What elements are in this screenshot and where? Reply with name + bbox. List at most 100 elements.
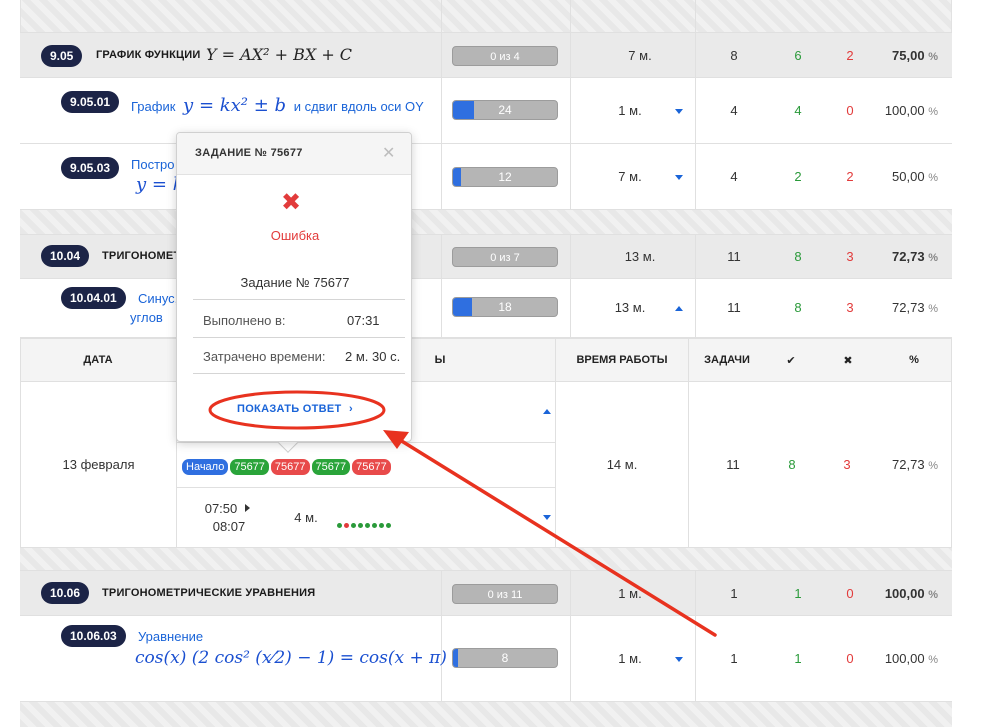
- popup-spent-value: 2 м. 30 с.: [345, 349, 401, 364]
- history-percent: 72,73 %: [868, 457, 938, 472]
- grid-line: [555, 339, 556, 547]
- topic-link[interactable]: Синус,: [138, 291, 178, 306]
- topic-formula[interactable]: y = kx² ± b: [183, 95, 286, 116]
- section-formula: Y = AX² + BX + C: [206, 45, 353, 64]
- progress-text: 0 из 11: [487, 589, 523, 601]
- topic-link[interactable]: Постро: [131, 157, 175, 172]
- grid-line: [570, 0, 571, 32]
- history-correct: 8: [788, 457, 796, 472]
- topic-badge: 9.05.01: [61, 91, 120, 113]
- progress-bar: 18: [452, 297, 558, 317]
- percent-unit: %: [928, 51, 938, 63]
- progress-bar: 0 из 11: [452, 584, 558, 604]
- history-wrong: 3: [843, 457, 851, 472]
- task-chips: Начало 75677 75677 75677 75677: [182, 457, 393, 475]
- time-value: 13 м.: [614, 300, 646, 315]
- progress-text: 12: [498, 170, 512, 184]
- progress-bar: 0 из 7: [452, 247, 558, 267]
- expand-icon[interactable]: [675, 175, 683, 180]
- percent-value: 72,73: [892, 457, 925, 472]
- expand-icon[interactable]: [543, 515, 551, 520]
- grid-line: [695, 235, 696, 278]
- tasks-cell: 4: [730, 103, 738, 118]
- topic-row-9-05-01[interactable]: 9.05.01 График y = kx² ± b и сдвиг вдоль…: [20, 78, 952, 144]
- tasks-cell: 1: [730, 586, 738, 601]
- grid-line: [441, 279, 442, 337]
- topic-formula[interactable]: cos(x) (2 cos² (x⁄2) − 1) = cos(x + π): [135, 648, 447, 668]
- progress-text: 0 из 7: [490, 252, 520, 264]
- task-popup: ЗАДАНИЕ № 75677 ✕ ✖ Ошибка Задание № 756…: [176, 132, 412, 442]
- header-tasks: ЗАДАЧИ: [704, 354, 750, 366]
- collapse-icon[interactable]: [675, 306, 683, 311]
- history-date: 13 февраля: [62, 457, 135, 472]
- progress-text: 18: [498, 300, 512, 314]
- chevron-right-icon[interactable]: ›: [349, 403, 353, 415]
- grid-line: [570, 571, 571, 615]
- section-row-10-06[interactable]: 10.06 ТРИГОНОМЕТРИЧЕСКИЕ УРАВНЕНИЯ 0 из …: [20, 570, 952, 616]
- time-cell: 1 м.: [600, 651, 660, 666]
- topic-row-9-05-03[interactable]: 9.05.03 Постро y = k 12 7 м. 4 2 2 50,00…: [20, 144, 952, 210]
- grid-line: [695, 33, 696, 77]
- chip-task[interactable]: 75677: [311, 459, 351, 475]
- chip-task[interactable]: 75677: [230, 459, 269, 475]
- section-row-10-04[interactable]: 10.04 ТРИГОНОМЕТ 0 из 7 13 м. 11 8 3 72,…: [20, 234, 952, 279]
- progress-bar: 12: [452, 167, 558, 187]
- topic-link-text[interactable]: График: [131, 99, 175, 114]
- tasks-cell: 11: [727, 249, 741, 264]
- time-cell: 13 м.: [600, 300, 660, 315]
- time-value: 13 м.: [624, 249, 656, 264]
- time-cell: 1 м.: [600, 586, 660, 601]
- time-value: 1 м.: [618, 586, 642, 601]
- expand-icon[interactable]: [675, 109, 683, 114]
- chip-start[interactable]: Начало: [182, 459, 229, 475]
- popup-title: ЗАДАНИЕ № 75677: [195, 147, 303, 159]
- expand-icon[interactable]: [675, 657, 683, 662]
- popup-divider: [193, 337, 405, 338]
- show-answer-button[interactable]: ПОКАЗАТЬ ОТВЕТ ›: [237, 403, 353, 415]
- popup-spent-label: Затрачено времени:: [203, 349, 326, 364]
- time-value: 7 м.: [618, 169, 642, 184]
- wrong-cell: 0: [846, 651, 854, 666]
- chip-task[interactable]: 75677: [270, 459, 310, 475]
- progress-text: 0 из 4: [490, 51, 520, 63]
- attempt-dot: [365, 523, 370, 528]
- progress-fill: [453, 101, 474, 119]
- history-table: ДАТА Ы ВРЕМЯ РАБОТЫ ЗАДАЧИ ✔ ✖ % 13 февр…: [20, 338, 952, 548]
- time-value: 7 м.: [628, 48, 652, 63]
- section-badge: 10.04: [41, 245, 90, 267]
- topic-link-line2[interactable]: углов: [130, 310, 163, 325]
- grid-line: [570, 279, 571, 337]
- progress-text: 24: [498, 103, 512, 117]
- session-dots: [337, 515, 393, 533]
- section-row-9-05[interactable]: 9.05 ГРАФИК ФУНКЦИИ Y = AX² + BX + C 0 и…: [20, 32, 952, 78]
- topic-row-10-04-01[interactable]: 10.04.01 Синус, углов 18 13 м. 11 8 3 72…: [20, 279, 952, 338]
- progress-bar: 24: [452, 100, 558, 120]
- section-title: ТРИГОНОМЕТРИЧЕСКИЕ УРАВНЕНИЯ: [102, 587, 316, 599]
- correct-cell: 2: [794, 169, 802, 184]
- wrong-cell: 3: [846, 249, 854, 264]
- percent-value: 100,00: [884, 586, 925, 601]
- correct-cell: 8: [794, 300, 802, 315]
- collapse-icon[interactable]: [543, 409, 551, 414]
- attempt-dot: [372, 523, 377, 528]
- cross-icon: ✖: [281, 189, 302, 216]
- play-icon[interactable]: [245, 504, 250, 512]
- tasks-cell: 1: [730, 651, 738, 666]
- header-percent: %: [909, 354, 919, 366]
- wrong-cell: 2: [846, 169, 854, 184]
- percent-cell: 100,00 %: [868, 103, 938, 118]
- percent-cell: 50,00 %: [868, 169, 938, 184]
- percent-cell: 75,00 %: [868, 48, 938, 63]
- tasks-cell: 11: [727, 300, 741, 315]
- topic-link[interactable]: Уравнение: [138, 629, 203, 644]
- percent-unit: %: [928, 460, 938, 472]
- topic-link[interactable]: График y = kx² ± b и сдвиг вдоль оси OY: [131, 95, 424, 116]
- history-divider: [176, 442, 555, 443]
- topic-link-suffix[interactable]: и сдвиг вдоль оси OY: [294, 99, 424, 114]
- chip-task[interactable]: 75677: [352, 459, 391, 475]
- progress-fill: [453, 298, 472, 316]
- show-answer-label[interactable]: ПОКАЗАТЬ ОТВЕТ: [237, 403, 342, 415]
- topic-row-10-06-03[interactable]: 10.06.03 Уравнение cos(x) (2 cos² (x⁄2) …: [20, 616, 952, 702]
- close-icon[interactable]: ✕: [382, 143, 395, 163]
- correct-cell: 4: [794, 103, 802, 118]
